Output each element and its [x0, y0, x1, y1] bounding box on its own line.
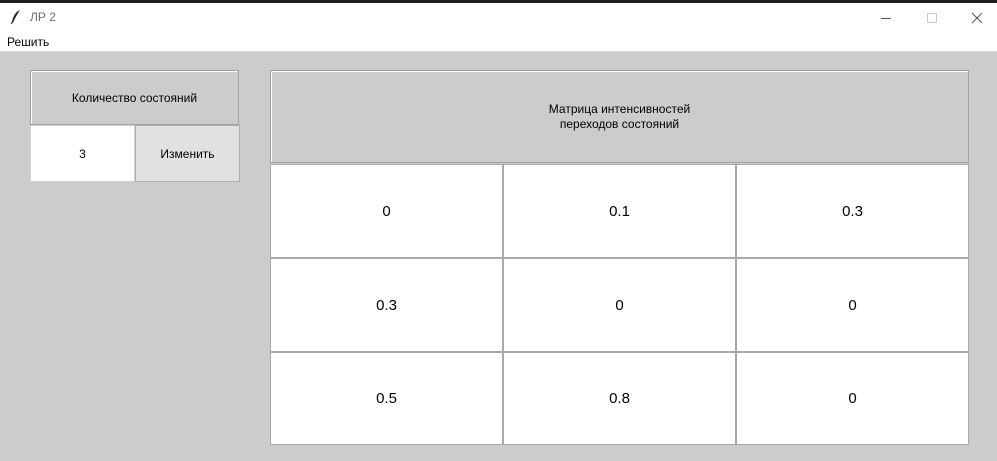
window-title: ЛР 2: [30, 10, 56, 24]
intensity-matrix: 0 0.1 0.3 0.3 0 0 0.5 0.8 0: [270, 164, 969, 445]
matrix-cell-2-2[interactable]: 0: [503, 258, 736, 352]
close-button[interactable]: [954, 3, 997, 32]
menu-item-solve[interactable]: Решить: [7, 35, 49, 49]
minimize-button[interactable]: [863, 3, 909, 32]
close-icon: [971, 12, 983, 24]
feather-icon: [9, 9, 23, 25]
matrix-cell-1-3[interactable]: 0.3: [736, 164, 969, 258]
matrix-cell-3-1[interactable]: 0.5: [270, 352, 503, 445]
matrix-header-line1: Матрица интенсивностей: [548, 101, 691, 116]
maximize-icon: [927, 13, 937, 23]
maximize-button[interactable]: [909, 3, 955, 32]
matrix-cell-3-3[interactable]: 0: [736, 352, 969, 445]
matrix-cell-1-2[interactable]: 0.1: [503, 164, 736, 258]
states-count-input[interactable]: [30, 125, 135, 182]
matrix-header-line2: переходов состояний: [559, 116, 680, 131]
matrix-cell-1-1[interactable]: 0: [270, 164, 503, 258]
matrix-cell-2-3[interactable]: 0: [736, 258, 969, 352]
title-bar[interactable]: ЛР 2: [0, 3, 997, 32]
matrix-header: Матрица интенсивностей переходов состоян…: [270, 70, 969, 163]
minimize-icon: [881, 18, 891, 19]
menu-bar: Решить: [0, 32, 997, 52]
states-count-label: Количество состояний: [30, 70, 239, 125]
matrix-cell-3-2[interactable]: 0.8: [503, 352, 736, 445]
change-button[interactable]: Изменить: [135, 125, 240, 182]
matrix-cell-2-1[interactable]: 0.3: [270, 258, 503, 352]
